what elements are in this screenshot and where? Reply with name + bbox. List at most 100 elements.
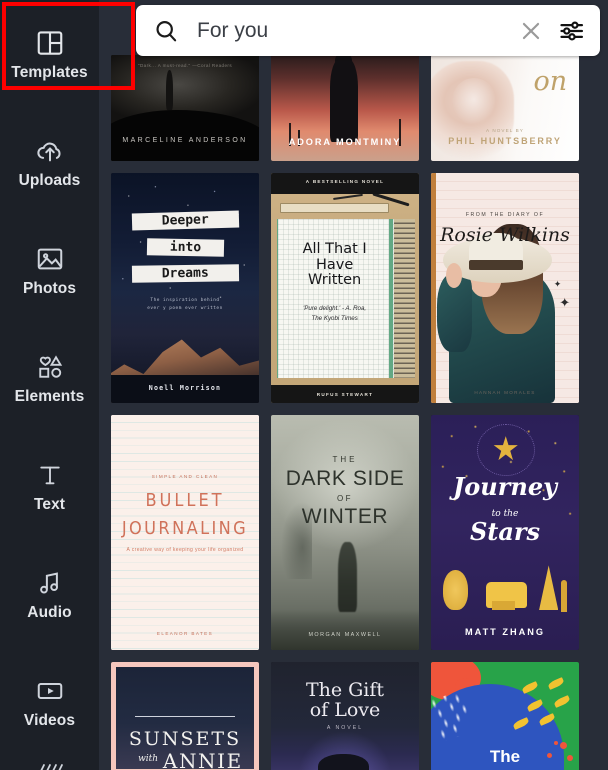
hand-highlight xyxy=(451,78,497,125)
card-artwork: THE DARK SIDE OF WINTER MORGAN MAXWELL xyxy=(271,415,419,650)
card-title-connector: OF xyxy=(337,493,353,503)
card-artwork: The xyxy=(431,662,579,770)
card-author: ELEANOR BATES xyxy=(156,630,214,636)
template-card[interactable]: Deeper into Dreams The inspiration behin… xyxy=(111,173,259,403)
sidebar-item-photos[interactable]: Photos xyxy=(0,216,99,324)
bus-window xyxy=(491,600,516,611)
card-pretitle: FROM THE DIARY OF xyxy=(465,212,545,219)
hill-shape xyxy=(111,110,259,161)
templates-icon xyxy=(35,28,65,58)
filter-sliders-icon[interactable] xyxy=(558,17,586,45)
card-title-line1: SUNSETS xyxy=(128,728,242,751)
card-author: MARCELINE ANDERSON xyxy=(122,137,248,145)
card-subtitle: The inspiration behind ever y poem ever w… xyxy=(147,298,223,311)
silhouette-body xyxy=(330,59,359,142)
template-card[interactable]: The Gift of Love A NOVEL xyxy=(271,662,419,770)
card-title-line3: Stars xyxy=(469,517,541,547)
upload-cloud-icon xyxy=(35,136,65,166)
fish-shape xyxy=(520,681,539,695)
card-title-line2: into xyxy=(146,237,224,257)
sidebar-item-uploads[interactable]: Uploads xyxy=(0,108,99,216)
card-title: The Gift of Love xyxy=(305,678,385,722)
template-row: SUNSETS with ANNIE The Gift of Love A NOV… xyxy=(99,662,608,770)
sidebar-item-videos[interactable]: Videos xyxy=(0,648,99,756)
sidebar-item-label: Uploads xyxy=(18,171,81,189)
fish-shape xyxy=(553,694,571,708)
sidebar-item-elements[interactable]: Elements xyxy=(0,324,99,432)
template-card[interactable]: The xyxy=(431,662,579,770)
sparkle-icon: ✦ xyxy=(553,278,562,289)
card-artwork: "Dark... A must-read." —Coral Readers MA… xyxy=(111,55,259,161)
card-title: on xyxy=(533,65,568,97)
card-title: The xyxy=(489,747,521,767)
sidebar-item-templates[interactable]: Templates xyxy=(0,0,99,108)
card-title-line1: Deeper xyxy=(131,210,239,231)
card-title: All That I Have Written xyxy=(302,241,367,289)
audio-note-icon xyxy=(35,568,65,598)
card-title-line2: ANNIE xyxy=(162,748,243,770)
template-card[interactable]: A BESTSELLING NOVEL All That I Have Writte… xyxy=(271,173,419,403)
sidebar-item-label: Photos xyxy=(22,279,77,297)
card-title-connector: with xyxy=(138,753,159,764)
template-card[interactable]: "Dark... A must-read." —Coral Readers MA… xyxy=(111,55,259,161)
silhouette-figure xyxy=(318,753,369,770)
card-author: MATT ZHANG xyxy=(464,627,546,638)
bush-shape xyxy=(442,570,468,611)
sidebar-item-label: Elements xyxy=(14,387,85,405)
fish-shape xyxy=(547,676,565,690)
background-lines-icon xyxy=(35,759,65,770)
app-root: Templates Uploads Photos Elements Text A… xyxy=(0,0,608,770)
card-title-line2: WINTER xyxy=(301,505,389,529)
card-title: Rosie Wilkins xyxy=(440,223,570,246)
template-card[interactable]: SIMPLE AND CLEAN BULLET JOURNALING A cre… xyxy=(111,415,259,650)
card-subtitle: A creative way of keeping your life orga… xyxy=(126,546,244,553)
sparkle-icon: ✦ xyxy=(559,294,571,310)
template-card[interactable]: ✦ ✦ FROM THE DIARY OF Rosie Wilkins HANN… xyxy=(431,173,579,403)
card-title-line1: DARK SIDE xyxy=(285,466,405,490)
hand-shape xyxy=(445,262,463,288)
card-artwork: SIMPLE AND CLEAN BULLET JOURNALING A cre… xyxy=(111,415,259,650)
card-pretitle: THE xyxy=(332,454,358,464)
card-artwork: ADORA MONTMINY xyxy=(271,55,419,161)
sidebar-item-background[interactable] xyxy=(0,756,99,770)
card-quote: "Dark... A must-read." —Coral Readers xyxy=(137,63,233,69)
template-card[interactable]: on A NOVEL BY PHIL HUNTSBERRY xyxy=(431,55,579,161)
search-icon xyxy=(153,18,179,44)
card-artwork: The Gift of Love A NOVEL xyxy=(271,662,419,770)
video-play-icon xyxy=(35,676,65,706)
card-author: PHIL HUNTSBERRY xyxy=(448,136,562,147)
template-card[interactable]: Journey to the Stars MATT ZHANG xyxy=(431,415,579,650)
template-row: "Dark... A must-read." —Coral Readers MA… xyxy=(99,55,608,161)
close-icon[interactable] xyxy=(518,18,544,44)
card-banner: A BESTSELLING NOVEL xyxy=(305,178,385,184)
elements-icon xyxy=(35,352,65,382)
card-artwork: on A NOVEL BY PHIL HUNTSBERRY xyxy=(431,55,579,161)
sidebar-item-label: Videos xyxy=(23,711,76,729)
notebook-spiral xyxy=(393,219,415,378)
search-input[interactable] xyxy=(179,18,518,43)
search-bar[interactable] xyxy=(136,5,600,56)
sidebar-item-label: Text xyxy=(33,495,66,513)
template-card[interactable]: THE DARK SIDE OF WINTER MORGAN MAXWELL xyxy=(271,415,419,650)
card-artwork: SUNSETS with ANNIE xyxy=(111,662,259,770)
card-quote: 'Pure delight.' - A. Roa, The Kyobi Times xyxy=(303,305,367,322)
template-grid[interactable]: "Dark... A must-read." —Coral Readers MA… xyxy=(99,0,608,770)
template-row: Deeper into Dreams The inspiration behin… xyxy=(99,173,608,403)
notebook-spine-right xyxy=(389,219,394,378)
card-artwork: ✦ ✦ FROM THE DIARY OF Rosie Wilkins HANN… xyxy=(431,173,579,403)
card-artwork: Deeper into Dreams The inspiration behin… xyxy=(111,173,259,403)
card-byline: A NOVEL BY xyxy=(486,128,524,134)
card-author: HANNAH MORALES xyxy=(474,389,536,395)
sidebar-item-audio[interactable]: Audio xyxy=(0,540,99,648)
inner-frame: SUNSETS with ANNIE xyxy=(116,667,254,770)
silhouette-figure xyxy=(165,69,173,111)
template-card[interactable]: SUNSETS with ANNIE xyxy=(111,662,259,770)
sidebar-item-label: Templates xyxy=(11,63,88,81)
ground-shape xyxy=(271,610,419,650)
card-title-line3: Dreams xyxy=(131,264,239,283)
silhouette-figure xyxy=(337,541,357,613)
template-card[interactable]: ADORA MONTMINY xyxy=(271,55,419,161)
template-row: SIMPLE AND CLEAN BULLET JOURNALING A cre… xyxy=(99,415,608,650)
tree-trunk xyxy=(561,579,568,613)
sidebar-item-text[interactable]: Text xyxy=(0,432,99,540)
